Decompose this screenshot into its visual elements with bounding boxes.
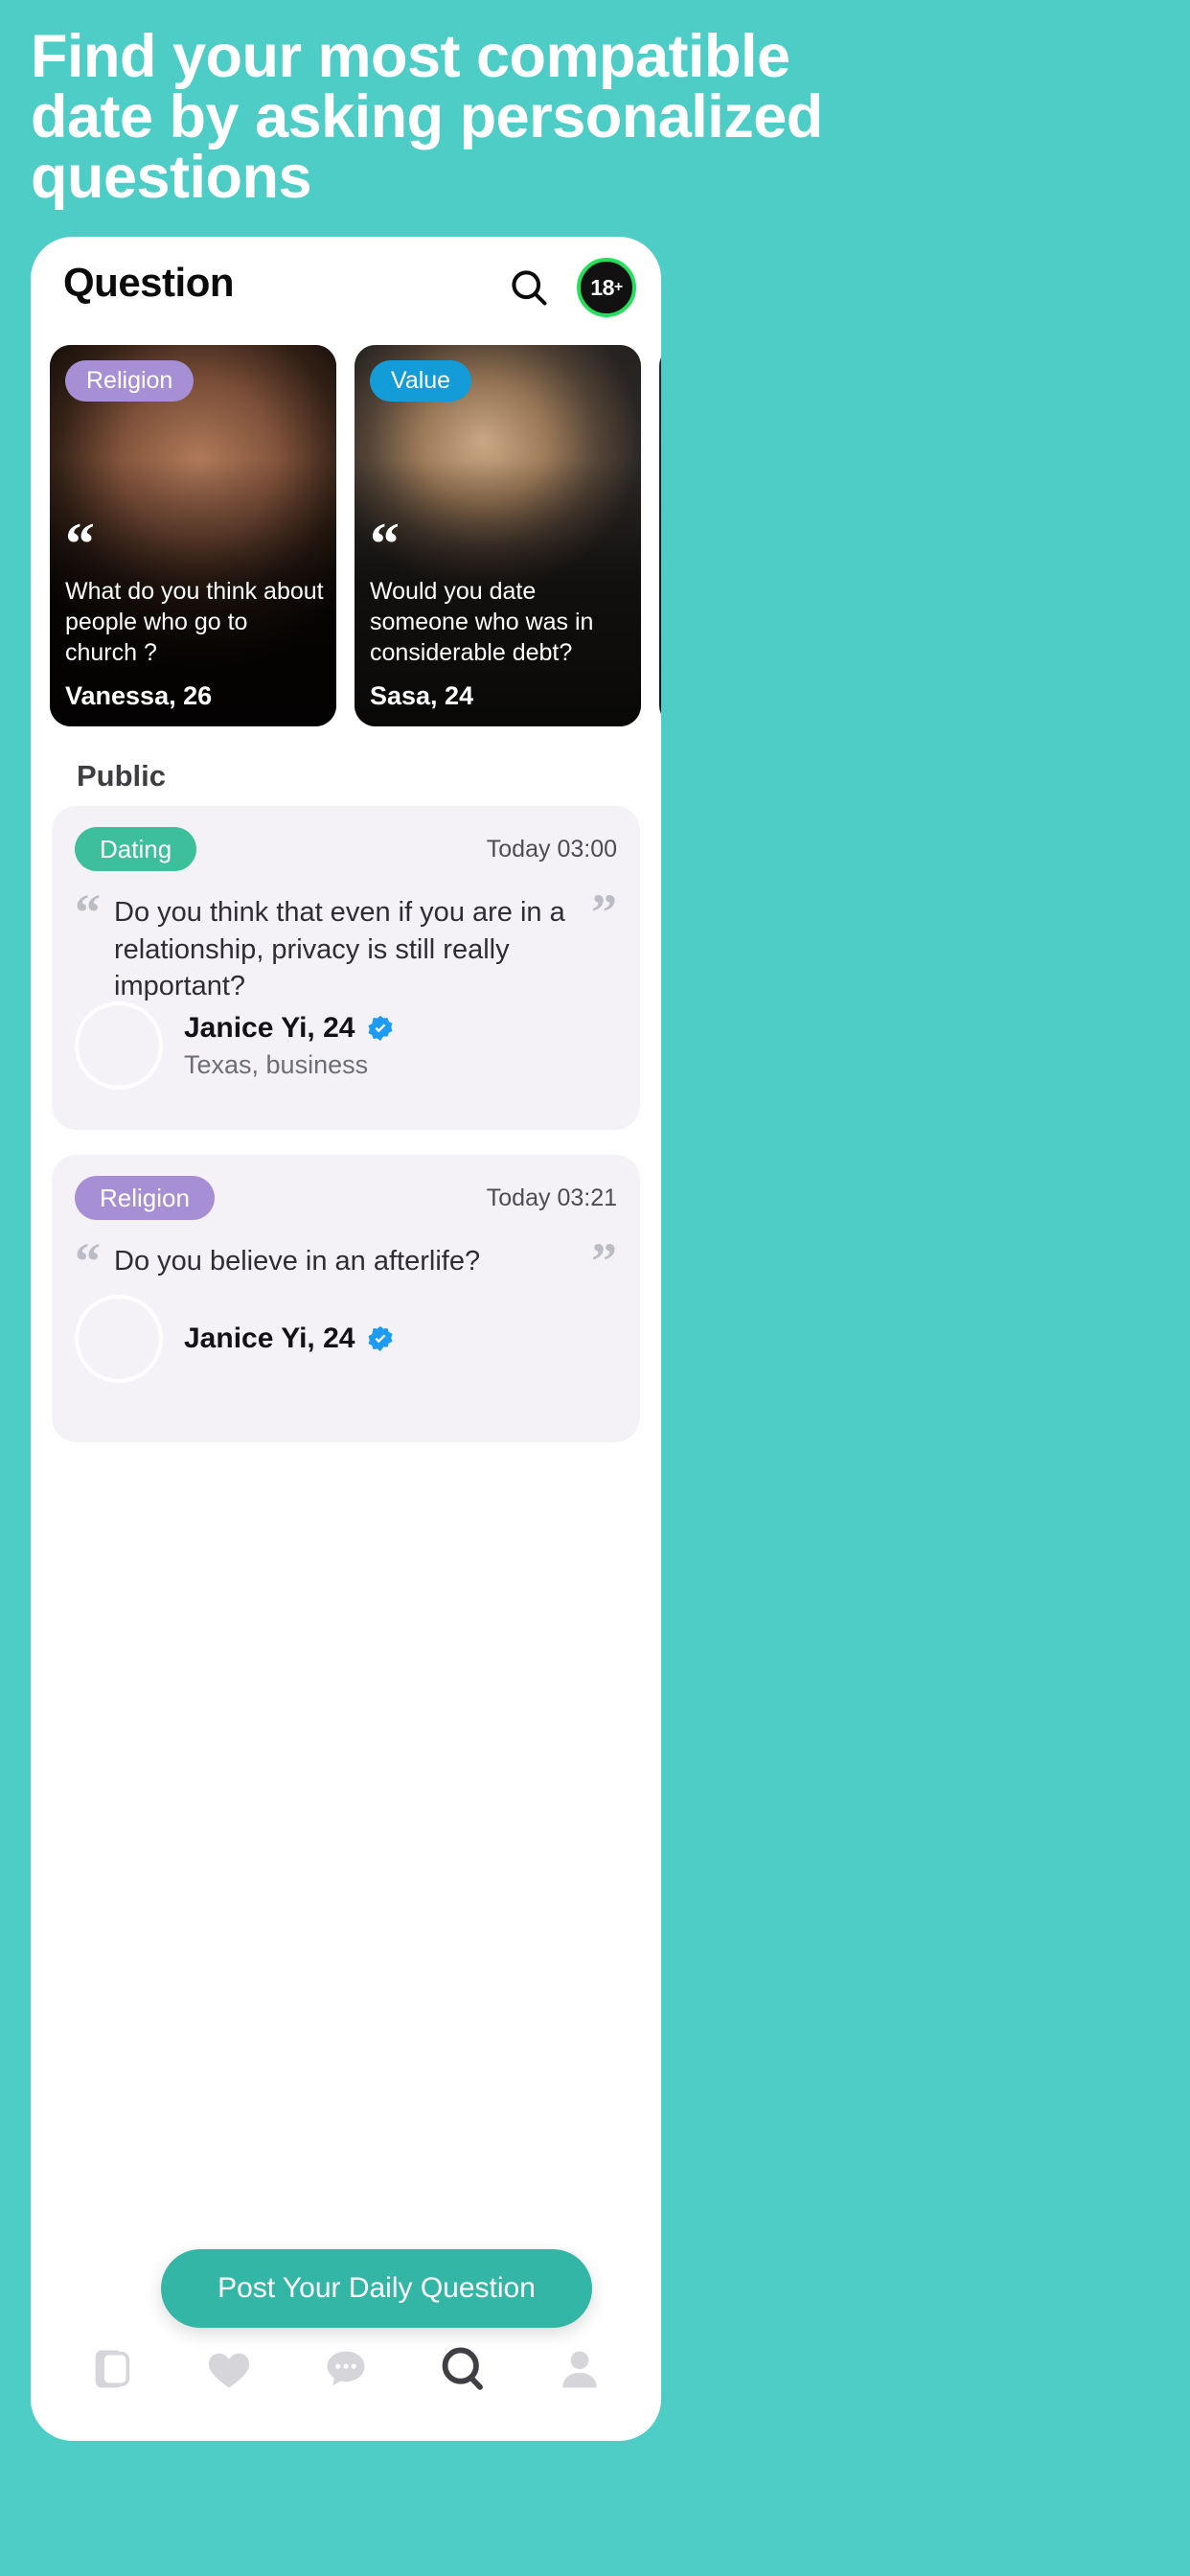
card-photo <box>659 345 661 726</box>
nav-question-q-icon[interactable] <box>428 2334 497 2404</box>
post-quote: “ Do you think that even if you are in a… <box>75 884 617 1005</box>
nav-chat-bubble-icon[interactable] <box>311 2334 380 2404</box>
cta-label: Post Your Daily Question <box>217 2272 536 2304</box>
author-name-row: Janice Yi, 24 <box>184 1012 395 1045</box>
post-question: Do you think that even if you are in a r… <box>114 897 565 1002</box>
author-text: Janice Yi, 24 <box>184 1322 395 1355</box>
header-actions: 18 + <box>508 258 636 317</box>
post-timestamp: Today 03:21 <box>486 1184 617 1211</box>
nav-cards-stack-icon[interactable] <box>78 2334 147 2404</box>
quote-open-icon: “ <box>65 512 95 578</box>
carousel-card[interactable]: Value “ Would you date someone who was i… <box>355 345 641 726</box>
age-rating-badge[interactable]: 18 + <box>577 258 636 317</box>
quote-close-icon: ” <box>591 1232 617 1290</box>
nav-person-icon[interactable] <box>545 2334 614 2404</box>
post-question: Do you believe in an afterlife? <box>114 1246 481 1276</box>
author-text: Janice Yi, 24 Texas, business <box>184 1012 395 1080</box>
post-category-tag[interactable]: Religion <box>75 1176 215 1220</box>
age-badge-suffix: + <box>613 279 623 295</box>
quote-open-icon: “ <box>75 884 101 941</box>
post-daily-question-button[interactable]: Post Your Daily Question <box>161 2249 592 2328</box>
quote-open-icon: “ <box>75 1232 101 1290</box>
promo-headline: Find your most compatible date by asking… <box>31 27 1161 208</box>
post-author[interactable]: Janice Yi, 24 Texas, business <box>75 1001 395 1090</box>
public-post[interactable]: Dating Today 03:00 “ Do you think that e… <box>52 806 640 1130</box>
card-category-tag[interactable]: Value <box>370 360 472 402</box>
card-body: “ What do you think about people who go … <box>65 512 325 711</box>
quote-open-icon: “ <box>370 512 400 578</box>
page-title: Question <box>63 260 235 305</box>
post-quote: “ Do you believe in an afterlife? ” <box>75 1232 617 1290</box>
post-author[interactable]: Janice Yi, 24 <box>75 1295 395 1383</box>
verified-badge-icon <box>366 1324 395 1353</box>
section-title-public: Public <box>77 759 167 793</box>
public-post[interactable]: Religion Today 03:21 “ Do you believe in… <box>52 1155 640 1442</box>
author-name: Janice Yi, 24 <box>184 1322 355 1354</box>
card-author: Vanessa, 26 <box>65 681 213 710</box>
avatar[interactable] <box>75 1001 163 1090</box>
question-carousel[interactable]: Religion “ What do you think about peopl… <box>31 345 661 738</box>
post-header: Dating Today 03:00 <box>75 827 617 871</box>
carousel-card-partial[interactable] <box>659 345 661 726</box>
search-icon[interactable] <box>508 266 550 309</box>
headline-line-2: date by asking personalized <box>31 83 823 150</box>
author-meta: Texas, business <box>184 1049 369 1079</box>
carousel-card[interactable]: Religion “ What do you think about peopl… <box>50 345 336 726</box>
card-body: “ Would you date someone who was in cons… <box>370 512 629 711</box>
nav-heart-icon[interactable] <box>195 2334 263 2404</box>
app-screen: Question 18 + Religion “ What do you thin… <box>31 237 661 2441</box>
avatar[interactable] <box>75 1295 163 1383</box>
post-category-tag[interactable]: Dating <box>75 827 197 871</box>
headline-line-1: Find your most compatible <box>31 23 790 90</box>
post-header: Religion Today 03:21 <box>75 1176 617 1220</box>
card-author: Sasa, 24 <box>370 681 474 710</box>
card-category-tag[interactable]: Religion <box>65 360 195 402</box>
verified-badge-icon <box>366 1014 395 1043</box>
card-question: Would you date someone who was in consid… <box>370 578 594 666</box>
app-header: Question 18 + <box>31 237 661 344</box>
author-name-row: Janice Yi, 24 <box>184 1322 395 1355</box>
quote-close-icon: ” <box>591 884 617 941</box>
author-name: Janice Yi, 24 <box>184 1011 355 1044</box>
age-badge-label: 18 <box>590 274 614 300</box>
card-question: What do you think about people who go to… <box>65 578 324 666</box>
post-timestamp: Today 03:00 <box>486 835 617 862</box>
headline-line-3: questions <box>31 144 312 211</box>
